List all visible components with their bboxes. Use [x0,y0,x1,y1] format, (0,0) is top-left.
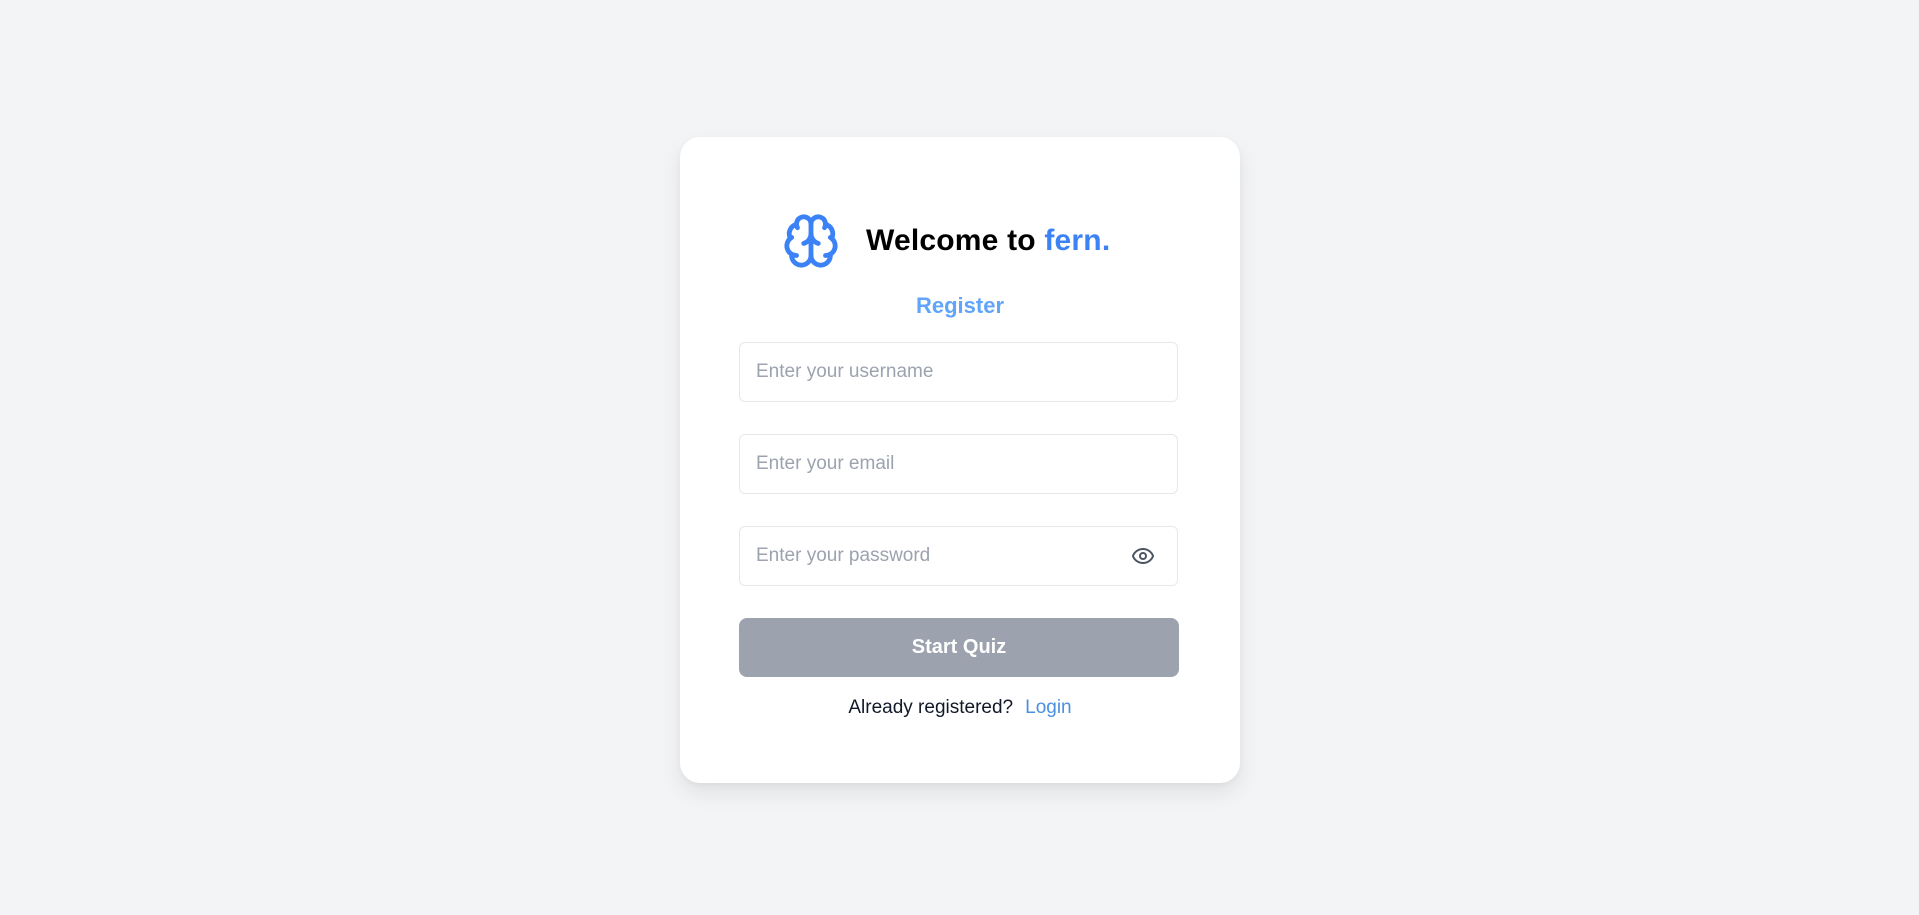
login-prompt: Already registered? Login [680,697,1240,719]
eye-icon[interactable] [1129,544,1157,568]
brain-icon [782,212,840,270]
email-input[interactable] [740,435,1177,493]
login-link[interactable]: Login [1025,697,1072,718]
email-field [739,434,1178,494]
brand-header: Welcome to fern. [782,212,1110,270]
already-registered-text: Already registered? [848,697,1014,718]
form-title: Register [915,293,1005,318]
brand-name: fern. [1044,224,1111,257]
password-input[interactable] [740,527,1177,585]
register-card: Welcome to fern. Register Start Quiz Alr… [680,137,1240,783]
start-quiz-button[interactable]: Start Quiz [739,618,1179,677]
username-input[interactable] [740,343,1177,401]
welcome-heading: Welcome to fern. [866,224,1110,258]
welcome-prefix: Welcome to [866,224,1045,257]
password-field [739,526,1178,586]
username-field [739,342,1178,402]
